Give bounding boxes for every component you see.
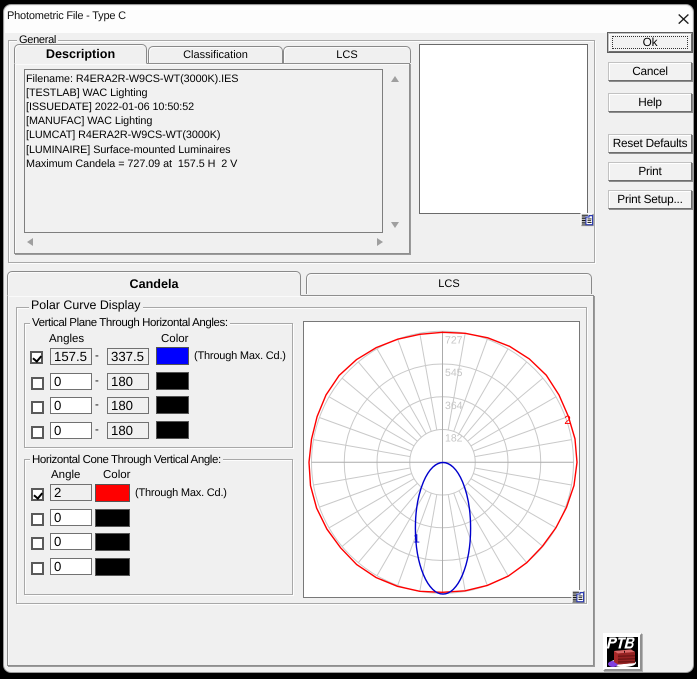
svg-text:1: 1 [413,531,420,545]
svg-text:2: 2 [564,413,571,427]
svg-text:727: 727 [445,334,463,346]
svg-text:182: 182 [445,433,463,445]
svg-text:545: 545 [445,367,463,379]
svg-text:364: 364 [445,400,463,412]
